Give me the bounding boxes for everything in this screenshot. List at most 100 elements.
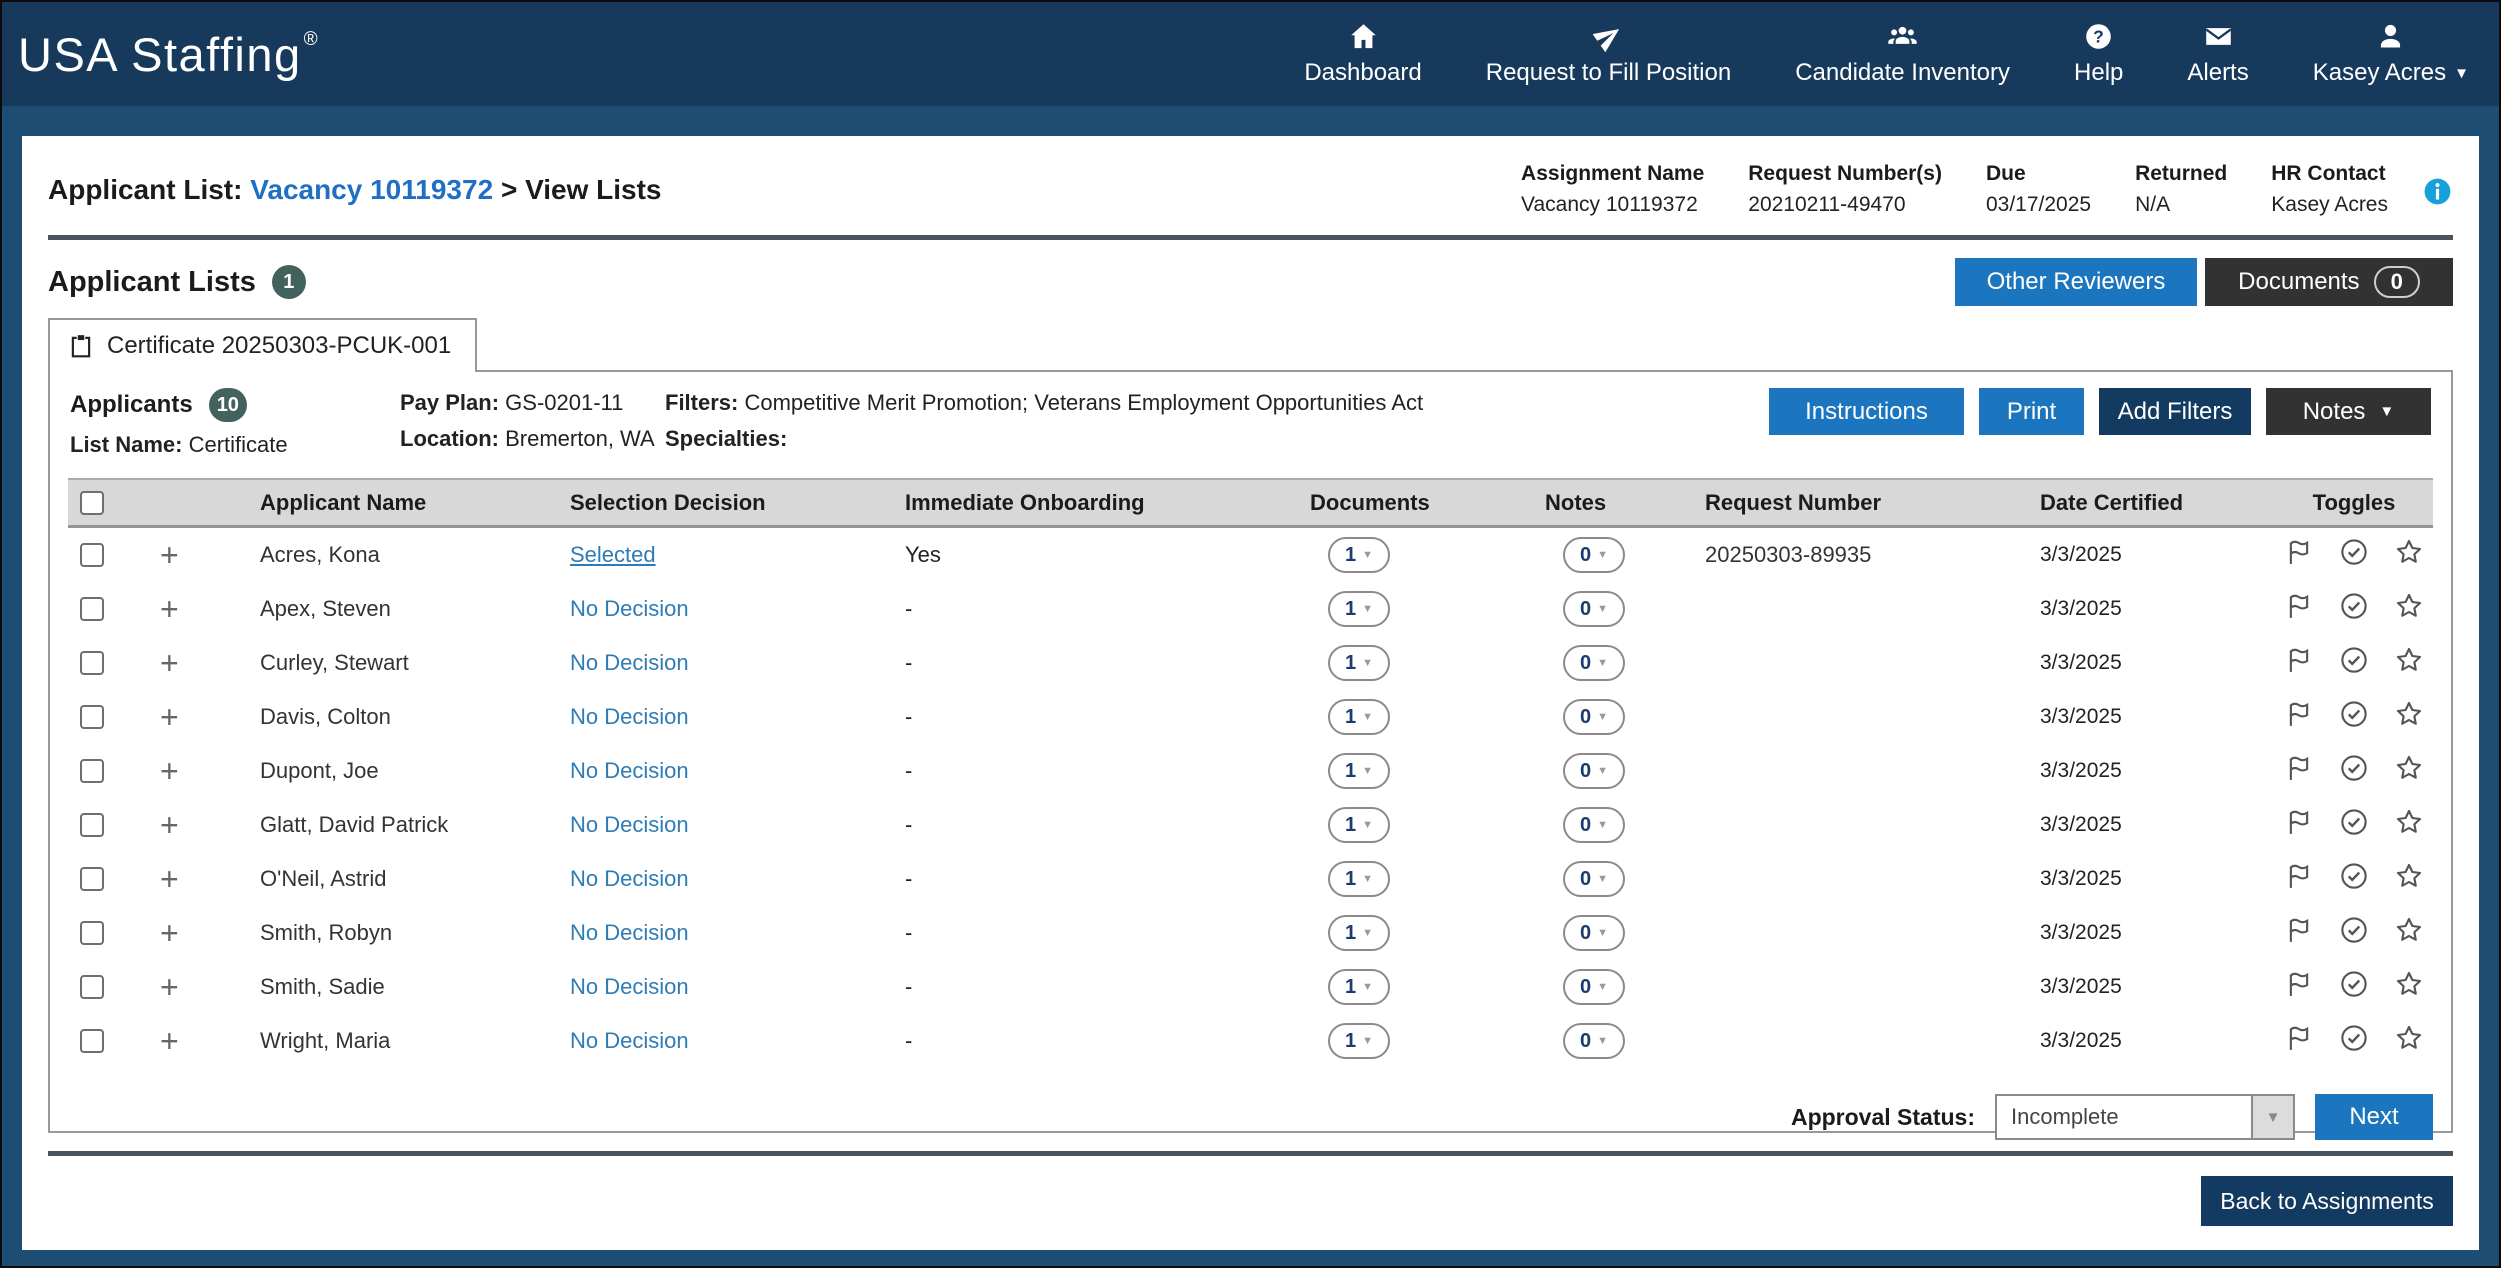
notes-dropdown[interactable]: 0▼ (1563, 699, 1625, 735)
check-circle-icon[interactable] (2339, 1023, 2369, 1059)
notes-dropdown[interactable]: 0▼ (1563, 537, 1625, 573)
documents-dropdown[interactable]: 1▼ (1328, 1023, 1390, 1059)
flag-icon[interactable] (2284, 915, 2314, 951)
nav-item-candidate-inventory[interactable]: Candidate Inventory (1795, 21, 2010, 87)
row-checkbox[interactable] (80, 813, 104, 837)
row-checkbox[interactable] (80, 759, 104, 783)
expand-plus-icon[interactable]: + (160, 969, 179, 1005)
nav-item-alerts[interactable]: Alerts (2187, 21, 2248, 87)
selection-decision-link[interactable]: No Decision (570, 974, 689, 999)
expand-plus-icon[interactable]: + (160, 537, 179, 573)
star-icon[interactable] (2394, 1023, 2424, 1059)
star-icon[interactable] (2394, 753, 2424, 789)
documents-dropdown[interactable]: 1▼ (1328, 645, 1390, 681)
nav-item-help[interactable]: ?Help (2074, 21, 2123, 87)
caret-down-icon[interactable]: ▼ (2251, 1096, 2293, 1138)
selection-decision-link[interactable]: No Decision (570, 758, 689, 783)
flag-icon[interactable] (2284, 969, 2314, 1005)
notes-dropdown[interactable]: 0▼ (1563, 645, 1625, 681)
star-icon[interactable] (2394, 645, 2424, 681)
expand-plus-icon[interactable]: + (160, 915, 179, 951)
selection-decision-link[interactable]: Selected (570, 542, 656, 567)
nav-item-dashboard[interactable]: Dashboard (1304, 21, 1421, 87)
notes-dropdown[interactable]: 0▼ (1563, 861, 1625, 897)
row-checkbox[interactable] (80, 705, 104, 729)
nav-item-request-to-fill-position[interactable]: Request to Fill Position (1486, 21, 1731, 87)
selection-decision-link[interactable]: No Decision (570, 866, 689, 891)
vacancy-link[interactable]: Vacancy 10119372 (250, 174, 493, 205)
selection-decision-link[interactable]: No Decision (570, 812, 689, 837)
back-to-assignments-button[interactable]: Back to Assignments (2201, 1176, 2453, 1226)
notes-dropdown[interactable]: 0▼ (1563, 807, 1625, 843)
select-all-checkbox[interactable] (80, 491, 104, 515)
check-circle-icon[interactable] (2339, 699, 2369, 735)
flag-icon[interactable] (2284, 1023, 2314, 1059)
documents-dropdown[interactable]: 1▼ (1328, 915, 1390, 951)
notes-dropdown[interactable]: 0▼ (1563, 591, 1625, 627)
documents-dropdown[interactable]: 1▼ (1328, 753, 1390, 789)
row-checkbox[interactable] (80, 975, 104, 999)
selection-decision-link[interactable]: No Decision (570, 1028, 689, 1053)
check-circle-icon[interactable] (2339, 591, 2369, 627)
flag-icon[interactable] (2284, 753, 2314, 789)
expand-plus-icon[interactable]: + (160, 591, 179, 627)
check-circle-icon[interactable] (2339, 753, 2369, 789)
star-icon[interactable] (2394, 591, 2424, 627)
documents-dropdown[interactable]: 1▼ (1328, 699, 1390, 735)
flag-icon[interactable] (2284, 861, 2314, 897)
row-checkbox[interactable] (80, 597, 104, 621)
notes-dropdown[interactable]: 0▼ (1563, 1023, 1625, 1059)
star-icon[interactable] (2394, 699, 2424, 735)
expand-plus-icon[interactable]: + (160, 861, 179, 897)
row-checkbox[interactable] (80, 867, 104, 891)
star-icon[interactable] (2394, 807, 2424, 843)
next-button[interactable]: Next (2315, 1094, 2433, 1140)
notes-dropdown[interactable]: 0▼ (1563, 915, 1625, 951)
documents-button[interactable]: Documents 0 (2205, 258, 2453, 306)
flag-icon[interactable] (2284, 591, 2314, 627)
expand-plus-icon[interactable]: + (160, 753, 179, 789)
check-circle-icon[interactable] (2339, 915, 2369, 951)
documents-dropdown[interactable]: 1▼ (1328, 807, 1390, 843)
row-checkbox[interactable] (80, 651, 104, 675)
star-icon[interactable] (2394, 915, 2424, 951)
nav-item-kasey-acres[interactable]: Kasey Acres▼ (2313, 21, 2469, 87)
selection-decision-link[interactable]: No Decision (570, 920, 689, 945)
tab-certificate[interactable]: Certificate 20250303-PCUK-001 (48, 318, 477, 372)
row-checkbox[interactable] (80, 543, 104, 567)
documents-dropdown[interactable]: 1▼ (1328, 861, 1390, 897)
row-checkbox[interactable] (80, 921, 104, 945)
flag-icon[interactable] (2284, 699, 2314, 735)
check-circle-icon[interactable] (2339, 969, 2369, 1005)
notes-dropdown[interactable]: 0▼ (1563, 753, 1625, 789)
print-button[interactable]: Print (1979, 388, 2084, 435)
instructions-button[interactable]: Instructions (1769, 388, 1964, 435)
row-checkbox[interactable] (80, 1029, 104, 1053)
documents-dropdown[interactable]: 1▼ (1328, 591, 1390, 627)
info-icon[interactable] (2422, 162, 2453, 207)
documents-dropdown[interactable]: 1▼ (1328, 537, 1390, 573)
other-reviewers-button[interactable]: Other Reviewers (1955, 258, 2197, 306)
check-circle-icon[interactable] (2339, 537, 2369, 573)
expand-plus-icon[interactable]: + (160, 645, 179, 681)
check-circle-icon[interactable] (2339, 861, 2369, 897)
selection-decision-link[interactable]: No Decision (570, 704, 689, 729)
star-icon[interactable] (2394, 537, 2424, 573)
notes-dropdown[interactable]: 0▼ (1563, 969, 1625, 1005)
expand-plus-icon[interactable]: + (160, 1023, 179, 1059)
documents-dropdown[interactable]: 1▼ (1328, 969, 1390, 1005)
star-icon[interactable] (2394, 861, 2424, 897)
check-circle-icon[interactable] (2339, 807, 2369, 843)
selection-decision-link[interactable]: No Decision (570, 596, 689, 621)
notes-button[interactable]: Notes▼ (2266, 388, 2431, 435)
check-circle-icon[interactable] (2339, 645, 2369, 681)
add-filters-button[interactable]: Add Filters (2099, 388, 2251, 435)
flag-icon[interactable] (2284, 645, 2314, 681)
expand-plus-icon[interactable]: + (160, 699, 179, 735)
flag-icon[interactable] (2284, 537, 2314, 573)
star-icon[interactable] (2394, 969, 2424, 1005)
approval-status-select[interactable]: Incomplete ▼ (1995, 1094, 2295, 1140)
expand-plus-icon[interactable]: + (160, 807, 179, 843)
selection-decision-link[interactable]: No Decision (570, 650, 689, 675)
flag-icon[interactable] (2284, 807, 2314, 843)
